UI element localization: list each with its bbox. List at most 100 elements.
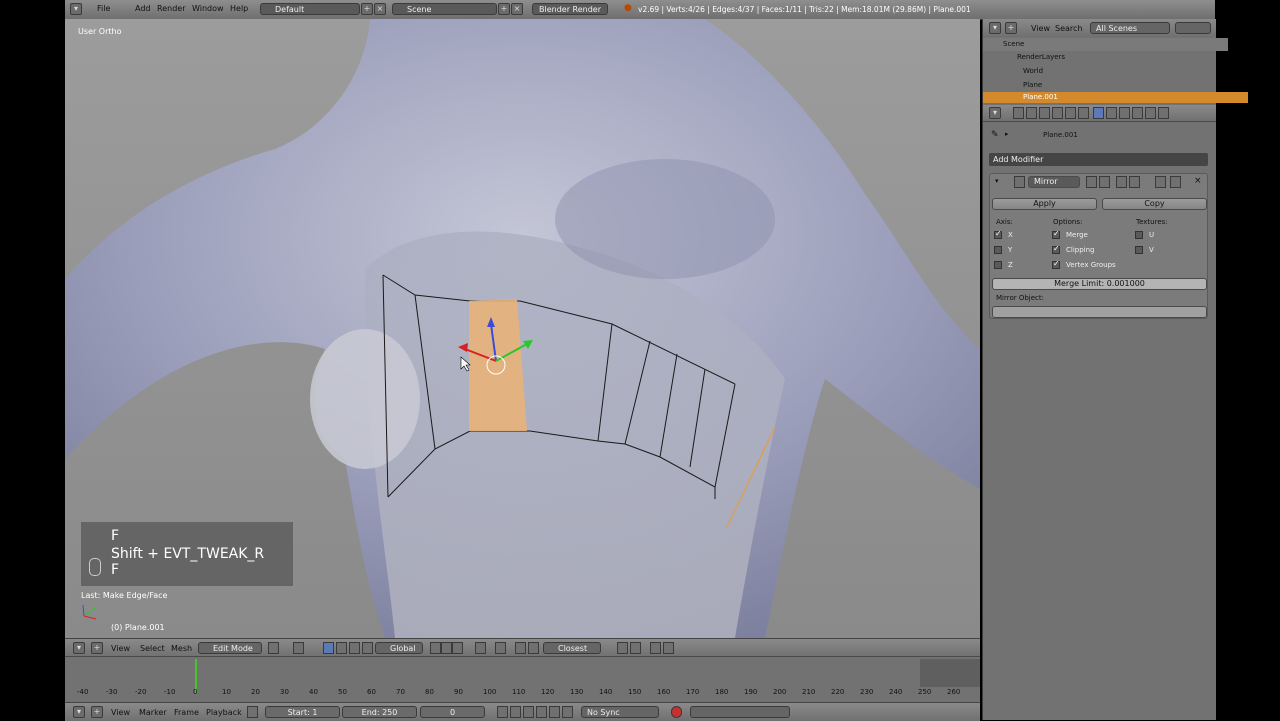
copy-button[interactable]: Copy bbox=[1102, 198, 1207, 210]
outliner-item-plane[interactable]: Plane bbox=[983, 79, 1248, 92]
mode-selector[interactable]: Edit Mode bbox=[198, 642, 262, 654]
particles-tab-icon[interactable] bbox=[1145, 107, 1156, 119]
collapse-arrow-icon[interactable]: ▾ bbox=[995, 177, 999, 185]
menu-view[interactable]: View bbox=[111, 644, 130, 653]
modifiers-tab-icon[interactable] bbox=[1093, 107, 1104, 119]
jump-start-icon[interactable] bbox=[497, 706, 508, 718]
menu-playback[interactable]: Playback bbox=[206, 708, 242, 717]
editmode-toggle-icon[interactable] bbox=[1116, 176, 1127, 188]
play-reverse-icon[interactable] bbox=[523, 706, 534, 718]
end-frame-field[interactable]: End: 250 bbox=[342, 706, 417, 718]
editor-type-icon[interactable]: ▾ bbox=[989, 22, 1001, 34]
texture-u-checkbox[interactable] bbox=[1135, 231, 1143, 239]
menu-view[interactable]: View bbox=[111, 708, 130, 717]
menu-render[interactable]: Render bbox=[157, 4, 185, 13]
translate-icon[interactable] bbox=[336, 642, 347, 654]
menu-mesh[interactable]: Mesh bbox=[171, 644, 192, 653]
edge-select-icon[interactable] bbox=[441, 642, 452, 654]
axis-y-checkbox[interactable] bbox=[994, 246, 1002, 254]
outliner-item-renderlayers[interactable]: RenderLayers bbox=[983, 51, 1242, 64]
constraints-tab-icon[interactable] bbox=[1078, 107, 1089, 119]
merge-limit-field[interactable]: Merge Limit: 0.001000 bbox=[992, 278, 1207, 290]
face-select-icon[interactable] bbox=[452, 642, 463, 654]
axis-x-checkbox[interactable] bbox=[994, 229, 1002, 239]
limit-selection-icon[interactable] bbox=[475, 642, 486, 654]
render-tab-icon[interactable] bbox=[1013, 107, 1024, 119]
snap-icon[interactable] bbox=[515, 642, 526, 654]
menu-marker[interactable]: Marker bbox=[139, 708, 167, 717]
render-anim-icon[interactable] bbox=[630, 642, 641, 654]
modifier-name-field[interactable]: Mirror bbox=[1028, 176, 1080, 188]
viewport-shading-icon[interactable] bbox=[268, 642, 279, 654]
proportional-edit-icon[interactable] bbox=[495, 642, 506, 654]
texture-v-checkbox[interactable] bbox=[1135, 246, 1143, 254]
add-layout-icon[interactable]: + bbox=[361, 3, 373, 15]
menu-toggle-icon[interactable]: + bbox=[1005, 22, 1017, 34]
move-up-icon[interactable] bbox=[1155, 176, 1166, 188]
timeline-area[interactable]: -40 -30 -20 -10 0 10 20 30 40 50 60 70 80 90 100 110 120… bbox=[65, 656, 980, 703]
menu-search[interactable]: Search bbox=[1055, 24, 1082, 33]
display-mode-selector[interactable]: All Scenes bbox=[1090, 22, 1170, 34]
orientation-selector[interactable]: Global bbox=[375, 642, 423, 654]
remove-modifier-icon[interactable]: × bbox=[1194, 176, 1202, 186]
vertex-groups-checkbox[interactable] bbox=[1052, 259, 1060, 269]
search-field[interactable] bbox=[1175, 22, 1211, 34]
snap-element-icon[interactable] bbox=[528, 642, 539, 654]
sync-selector[interactable]: No Sync bbox=[581, 706, 659, 718]
layer-icon[interactable] bbox=[663, 642, 674, 654]
menu-add[interactable]: Add bbox=[135, 4, 151, 13]
menu-select[interactable]: Select bbox=[140, 644, 165, 653]
manipulator-toggle-icon[interactable] bbox=[323, 642, 334, 654]
preview-range-icon[interactable] bbox=[247, 706, 258, 718]
cage-toggle-icon[interactable] bbox=[1129, 176, 1140, 188]
world-tab-icon[interactable] bbox=[1052, 107, 1063, 119]
apply-button[interactable]: Apply bbox=[992, 198, 1097, 210]
menu-toggle-icon[interactable]: + bbox=[91, 706, 103, 718]
data-tab-icon[interactable] bbox=[1106, 107, 1117, 119]
clipping-checkbox[interactable] bbox=[1052, 244, 1060, 254]
menu-frame[interactable]: Frame bbox=[174, 708, 199, 717]
overlay-icon[interactable] bbox=[650, 642, 661, 654]
texture-tab-icon[interactable] bbox=[1132, 107, 1143, 119]
editor-type-icon[interactable]: ▾ bbox=[989, 107, 1001, 119]
pivot-point-icon[interactable] bbox=[293, 642, 304, 654]
axis-z-checkbox[interactable] bbox=[994, 261, 1002, 269]
scale-icon[interactable] bbox=[362, 642, 373, 654]
outliner-item-scene[interactable]: Scene bbox=[983, 38, 1228, 51]
editor-type-icon[interactable]: ▾ bbox=[73, 642, 85, 654]
vertex-select-icon[interactable] bbox=[430, 642, 441, 654]
scene-tab-icon[interactable] bbox=[1039, 107, 1050, 119]
render-toggle-icon[interactable] bbox=[1086, 176, 1097, 188]
menu-view[interactable]: View bbox=[1031, 24, 1050, 33]
add-modifier-dropdown[interactable]: Add Modifier bbox=[989, 153, 1208, 166]
layout-selector[interactable]: Default bbox=[260, 3, 360, 15]
mirror-object-field[interactable] bbox=[992, 306, 1207, 318]
move-down-icon[interactable] bbox=[1170, 176, 1181, 188]
menu-help[interactable]: Help bbox=[230, 4, 248, 13]
outliner-item-world[interactable]: World bbox=[983, 65, 1248, 78]
menu-window[interactable]: Window bbox=[192, 4, 224, 13]
rotate-icon[interactable] bbox=[349, 642, 360, 654]
scene-selector[interactable]: Scene bbox=[392, 3, 497, 15]
pin-icon[interactable]: ✎ bbox=[991, 130, 999, 140]
merge-checkbox[interactable] bbox=[1052, 229, 1060, 239]
physics-tab-icon[interactable] bbox=[1158, 107, 1169, 119]
menu-toggle-icon[interactable]: + bbox=[91, 642, 103, 654]
jump-end-icon[interactable] bbox=[562, 706, 573, 718]
editor-type-icon[interactable]: ▾ bbox=[73, 706, 85, 718]
play-icon[interactable] bbox=[536, 706, 547, 718]
prev-key-icon[interactable] bbox=[510, 706, 521, 718]
delete-layout-icon[interactable]: × bbox=[374, 3, 386, 15]
next-key-icon[interactable] bbox=[549, 706, 560, 718]
add-scene-icon[interactable]: + bbox=[498, 3, 510, 15]
outliner-item-plane-001[interactable]: Plane.001 bbox=[983, 92, 1248, 103]
material-tab-icon[interactable] bbox=[1119, 107, 1130, 119]
delete-scene-icon[interactable]: × bbox=[511, 3, 523, 15]
viewport-toggle-icon[interactable] bbox=[1099, 176, 1110, 188]
render-layers-tab-icon[interactable] bbox=[1026, 107, 1037, 119]
menu-file[interactable]: File bbox=[97, 4, 110, 13]
start-frame-field[interactable]: Start: 1 bbox=[265, 706, 340, 718]
snap-target-selector[interactable]: Closest bbox=[543, 642, 601, 654]
current-frame-field[interactable]: 0 bbox=[420, 706, 485, 718]
editor-type-icon[interactable]: ▾ bbox=[70, 3, 82, 15]
